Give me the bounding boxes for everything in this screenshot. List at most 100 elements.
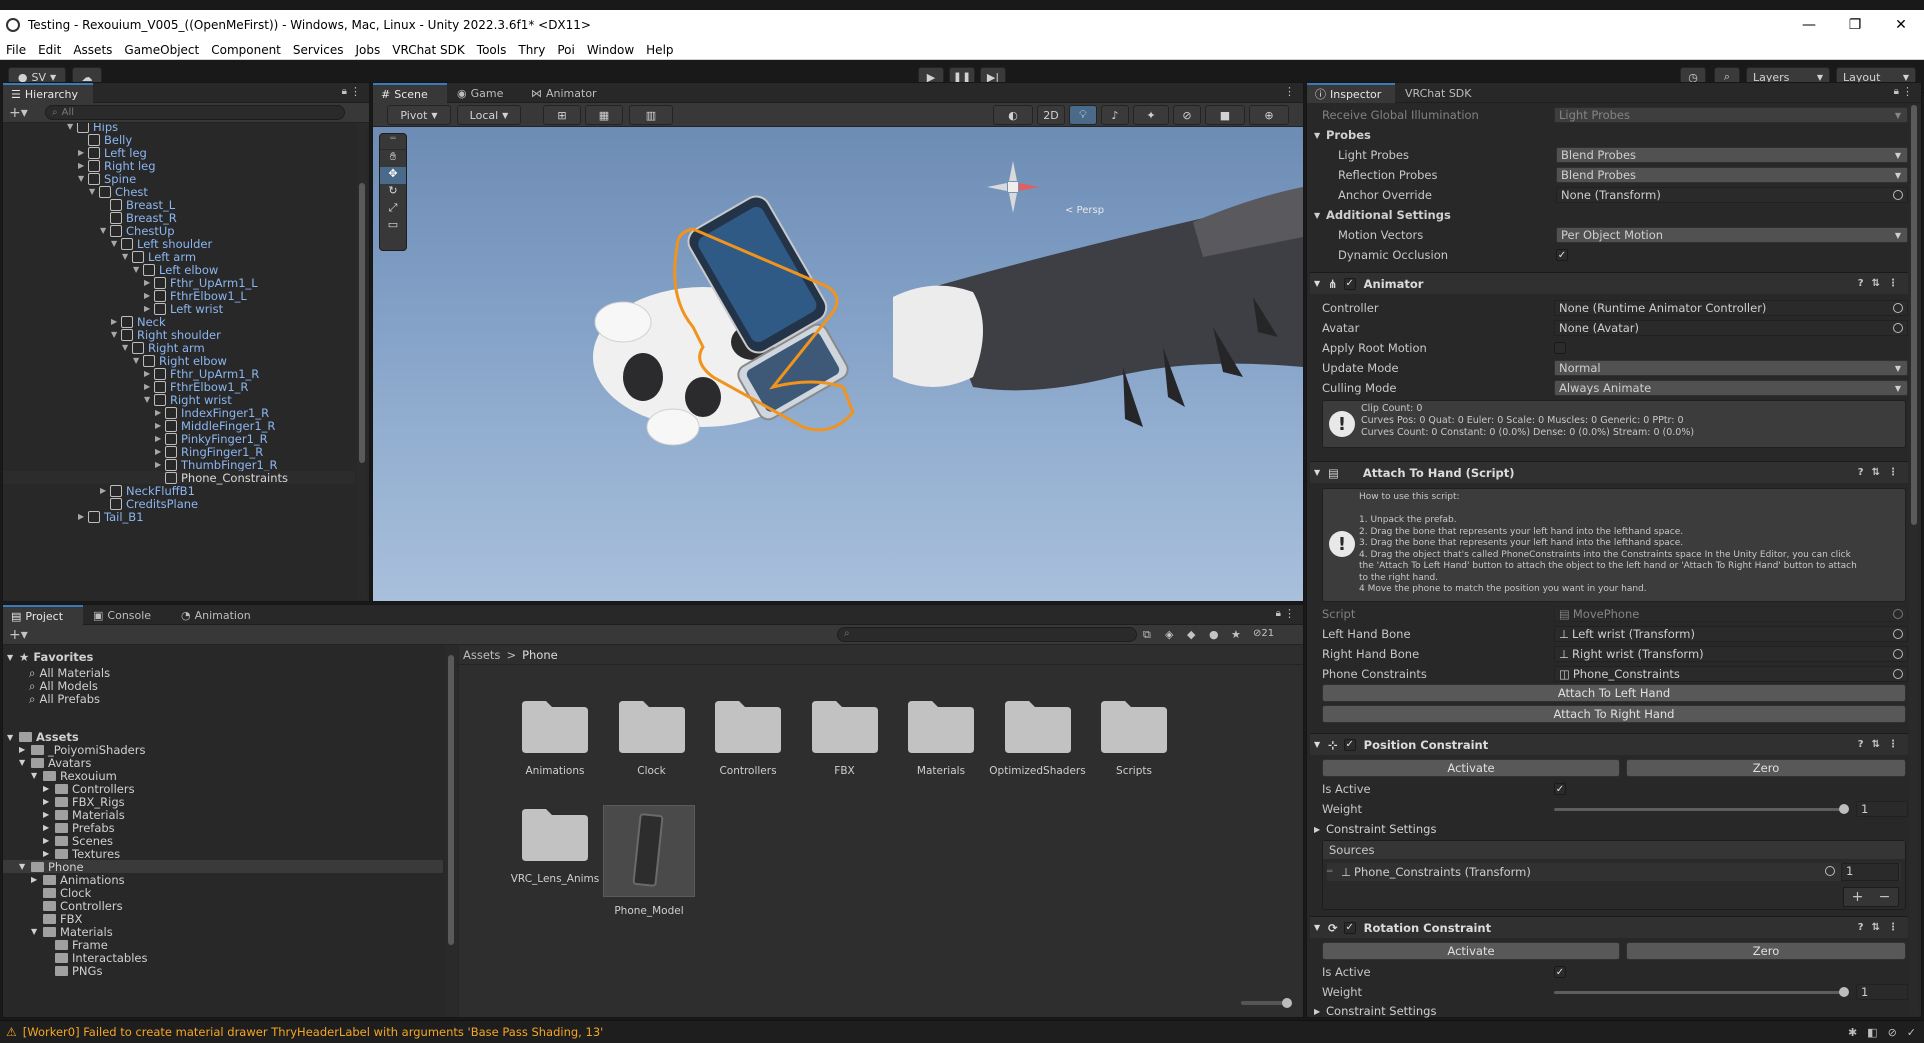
asset-tile-folder[interactable]: Scripts xyxy=(1084,697,1184,777)
hierarchy-item[interactable]: Belly xyxy=(78,133,132,147)
lighting-toggle[interactable]: 💡︎ xyxy=(1069,105,1097,125)
object-picker-icon[interactable] xyxy=(1893,629,1903,639)
grid-snap-button[interactable]: ⊞ xyxy=(543,105,581,125)
project-folder-item[interactable]: ▶ Scenes xyxy=(43,834,113,848)
hierarchy-item[interactable]: ▼ Left elbow xyxy=(133,263,218,277)
grid-toggle-button[interactable]: ▦ xyxy=(585,105,623,125)
object-picker-icon[interactable] xyxy=(1893,669,1903,679)
audio-toggle[interactable]: ♪ xyxy=(1101,105,1129,125)
more-icon[interactable]: ⋮ xyxy=(1888,467,1898,478)
menu-poi[interactable]: Poi xyxy=(551,43,580,57)
collab-icon[interactable]: ✓ xyxy=(1907,1026,1916,1039)
chevron-down-icon[interactable]: ▼ xyxy=(31,771,43,780)
chevron-right-icon[interactable]: ▶ xyxy=(155,408,165,417)
chevron-right-icon[interactable]: ▶ xyxy=(155,434,165,443)
asset-tile-folder[interactable]: VRC_Lens_Anims xyxy=(505,805,605,885)
slider-thumb[interactable] xyxy=(1839,804,1849,814)
asset-tile-folder[interactable]: OptimizedShaders xyxy=(988,697,1088,777)
object-picker-icon[interactable] xyxy=(1893,190,1903,200)
hierarchy-item[interactable]: ▼ ChestUp xyxy=(100,224,175,238)
auto-generate-icon[interactable]: ⊘ xyxy=(1888,1026,1897,1039)
chevron-down-icon[interactable]: ▼ xyxy=(19,862,31,871)
star-icon[interactable]: ★ xyxy=(1231,628,1241,641)
menu-window[interactable]: Window xyxy=(581,43,640,57)
tab-vrchat-sdk[interactable]: VRChat SDK xyxy=(1397,83,1480,103)
chevron-right-icon[interactable]: ▶ xyxy=(155,447,165,456)
project-folder-item[interactable]: PNGs xyxy=(43,964,102,978)
help-icon[interactable]: ? xyxy=(1858,922,1864,933)
chevron-down-icon[interactable]: ▼ xyxy=(122,343,132,352)
local-dropdown[interactable]: Local ▼ xyxy=(457,105,521,125)
anchor-override-field[interactable]: None (Transform) xyxy=(1556,187,1908,203)
hierarchy-item[interactable]: ▶ ThumbFinger1_R xyxy=(155,458,278,472)
position-constraint-header[interactable]: ▼ ⊹ ✓ Position Constraint ? ⇅ ⋮ xyxy=(1310,733,1908,755)
project-folder-item[interactable]: ▼ Avatars xyxy=(19,756,91,770)
add-source-icon[interactable]: + xyxy=(1852,889,1864,905)
project-folder-item[interactable]: Frame xyxy=(43,938,108,952)
tab-scene[interactable]: # Scene xyxy=(373,83,447,103)
attach-left-hand-button[interactable]: Attach To Left Hand xyxy=(1322,684,1906,702)
drag-handle-icon[interactable]: ═ xyxy=(1327,867,1341,877)
close-button[interactable]: ✕ xyxy=(1878,10,1924,40)
chevron-right-icon[interactable]: ▶ xyxy=(43,810,55,819)
chevron-down-icon[interactable]: ▼ xyxy=(111,239,121,248)
chevron-down-icon[interactable]: ▼ xyxy=(133,265,143,274)
lock-icon[interactable]: 🔒︎ xyxy=(1276,608,1281,619)
menu-file[interactable]: File xyxy=(0,43,32,57)
chevron-down-icon[interactable]: ▼ xyxy=(122,252,132,261)
tab-inspector[interactable]: ⓘ Inspector xyxy=(1307,83,1395,103)
asset-tile-folder[interactable]: Clock xyxy=(602,697,702,777)
menu-jobs[interactable]: Jobs xyxy=(350,43,387,57)
debug-icon[interactable]: ✱ xyxy=(1848,1026,1857,1039)
hierarchy-item[interactable]: ▶ FthrElbow1_R xyxy=(144,380,248,394)
add-button[interactable]: +▾ xyxy=(9,627,28,643)
hierarchy-item[interactable]: ▼ Left arm xyxy=(122,250,196,264)
maximize-button[interactable]: ❐ xyxy=(1832,10,1878,40)
rotate-tool-icon[interactable]: ↻ xyxy=(380,184,406,201)
filter-label-icon[interactable]: ◈ xyxy=(1165,628,1173,641)
hierarchy-item[interactable]: ▶ Fthr_UpArm1_R xyxy=(144,367,259,381)
menu-gameobject[interactable]: GameObject xyxy=(118,43,205,57)
hierarchy-item[interactable]: CreditsPlane xyxy=(100,497,198,511)
motion-vectors-dropdown[interactable]: Per Object Motion ▼ xyxy=(1556,227,1908,243)
position-weight-value[interactable]: 1 xyxy=(1856,801,1908,817)
object-picker-icon[interactable] xyxy=(1893,323,1903,333)
hierarchy-item[interactable]: ▶ FthrElbow1_L xyxy=(144,289,247,303)
menu-edit[interactable]: Edit xyxy=(32,43,67,57)
source-item[interactable]: ═ ⊥ Phone_Constraints (Transform) 1 xyxy=(1327,863,1901,881)
effects-dropdown[interactable]: ✦ xyxy=(1133,105,1169,125)
hierarchy-item[interactable]: ▶ Fthr_UpArm1_L xyxy=(144,276,258,290)
hierarchy-item[interactable]: ▶ Right leg xyxy=(78,159,156,173)
scene-viewport[interactable]: < Persp ═ ✋︎ ✥ ↻ ⤢ ▭ xyxy=(373,127,1303,601)
chevron-right-icon[interactable]: ▶ xyxy=(155,421,165,430)
asset-tile-folder[interactable]: FBX xyxy=(795,697,895,777)
preset-icon[interactable]: ⇅ xyxy=(1872,922,1880,933)
tab-game[interactable]: ◉ Game xyxy=(449,83,511,103)
hierarchy-item[interactable]: ▶ RingFinger1_R xyxy=(155,445,263,459)
project-folder-item[interactable]: Controllers xyxy=(31,899,123,913)
chevron-down-icon[interactable]: ▼ xyxy=(31,927,43,936)
chevron-right-icon[interactable]: ▶ xyxy=(78,161,88,170)
menu-assets[interactable]: Assets xyxy=(67,43,118,57)
more-icon[interactable]: ⋮ xyxy=(350,85,361,98)
project-tree-scrollbar[interactable] xyxy=(445,645,457,1017)
tab-console[interactable]: ▣ Console xyxy=(85,605,159,625)
probes-foldout[interactable]: ▼ Probes xyxy=(1314,127,1371,143)
hierarchy-item[interactable]: ▼ Right shoulder xyxy=(111,328,221,342)
project-folder-item[interactable]: ▶ Controllers xyxy=(43,782,135,796)
rotation-weight-value[interactable]: 1 xyxy=(1856,984,1908,1000)
preset-icon[interactable]: ⇅ xyxy=(1872,467,1880,478)
preset-icon[interactable]: ⇅ xyxy=(1872,739,1880,750)
pivot-dropdown[interactable]: Pivot ▼ xyxy=(387,105,451,125)
chevron-down-icon[interactable]: ▼ xyxy=(78,174,88,183)
rotation-zero-button[interactable]: Zero xyxy=(1626,942,1906,960)
animator-header[interactable]: ▼ ⋔ ✓ Animator ? ⇅ ⋮ xyxy=(1310,272,1908,294)
tab-hierarchy[interactable]: ☰ Hierarchy xyxy=(3,83,93,103)
2d-toggle[interactable]: 2D xyxy=(1037,105,1065,125)
hierarchy-item[interactable]: ▼ Hips xyxy=(67,123,118,134)
more-icon[interactable]: ⋮ xyxy=(1902,85,1913,98)
culling-mode-dropdown[interactable]: Always Animate ▼ xyxy=(1554,380,1908,396)
project-folder-item[interactable]: FBX xyxy=(31,912,82,926)
help-icon[interactable]: ? xyxy=(1858,467,1864,478)
rect-tool-icon[interactable]: ▭ xyxy=(380,218,406,235)
